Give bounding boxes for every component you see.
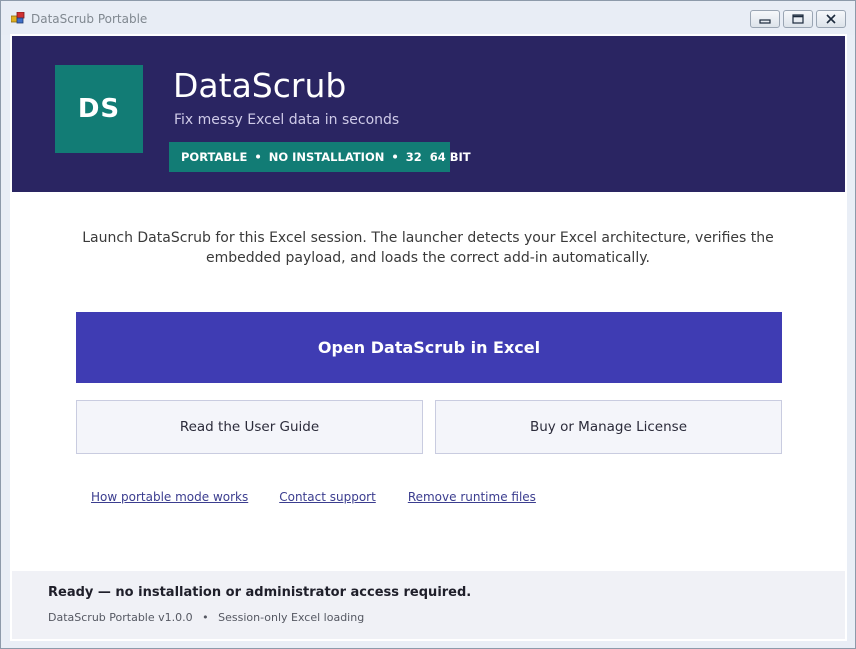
app-name: DataScrub	[173, 66, 347, 105]
badge-no-installation: NO INSTALLATION	[268, 150, 385, 164]
version-separator: •	[202, 611, 209, 624]
user-guide-button[interactable]: Read the User Guide	[76, 400, 423, 454]
launch-description: Launch DataScrub for this Excel session.…	[82, 230, 774, 266]
app-window: DataScrub Portable DS DataScrub Fix mess…	[0, 0, 856, 649]
status-footer: Ready — no installation or administrator…	[12, 571, 845, 639]
feature-badge: PORTABLE • NO INSTALLATION • 32 64 BIT	[169, 142, 471, 172]
badge-separator: •	[254, 150, 262, 164]
version-info: DataScrub Portable v1.0.0 • Session-only…	[48, 611, 364, 624]
contact-support-link[interactable]: Contact support	[279, 490, 376, 504]
version-label: DataScrub Portable v1.0.0	[48, 611, 193, 624]
minimize-button[interactable]	[750, 10, 780, 28]
maximize-button[interactable]	[783, 10, 813, 28]
close-icon	[826, 14, 836, 24]
minimize-icon	[759, 19, 771, 24]
open-in-excel-button[interactable]: Open DataScrub in Excel	[76, 312, 782, 383]
client-area: DS DataScrub Fix messy Excel data in sec…	[10, 34, 847, 641]
status-message: Ready — no installation or administrator…	[48, 585, 472, 600]
app-logo: DS	[55, 65, 143, 153]
app-window-icon	[11, 12, 25, 24]
help-links: How portable mode works Contact support …	[91, 490, 536, 504]
portable-mode-link[interactable]: How portable mode works	[91, 490, 248, 504]
app-tagline: Fix messy Excel data in seconds	[174, 112, 400, 128]
window-controls	[750, 10, 846, 28]
title-bar[interactable]: DataScrub Portable	[1, 1, 855, 35]
close-button[interactable]	[816, 10, 846, 28]
hero-header: DS DataScrub Fix messy Excel data in sec…	[12, 36, 845, 192]
remove-runtime-files-link[interactable]: Remove runtime files	[408, 490, 536, 504]
badge-bitness: 32 64 BIT	[405, 150, 471, 164]
loading-mode-label: Session-only Excel loading	[218, 611, 365, 624]
maximize-icon	[792, 14, 804, 24]
manage-license-button[interactable]: Buy or Manage License	[435, 400, 782, 454]
badge-separator: •	[391, 150, 399, 164]
badge-portable: PORTABLE	[181, 150, 248, 164]
window-title: DataScrub Portable	[31, 12, 148, 26]
